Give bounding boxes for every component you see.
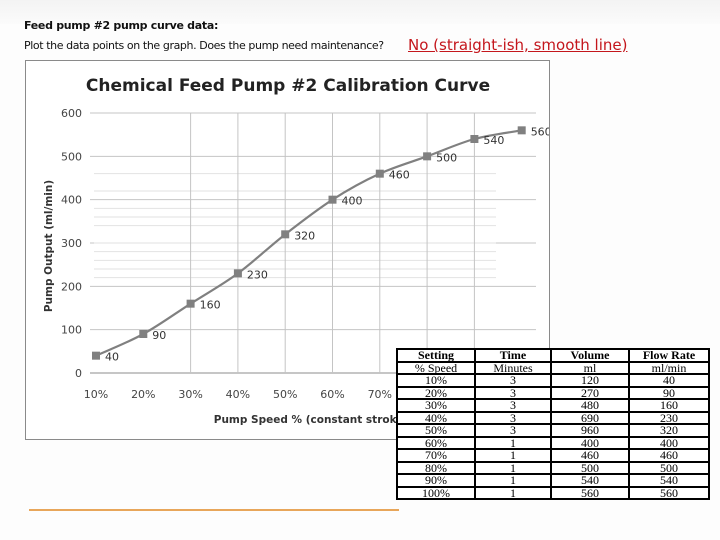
data-point-marker: [92, 351, 100, 360]
header-flow-rate: Flow Rate: [628, 348, 710, 363]
data-point-marker: [139, 330, 148, 338]
cell-flow-rate: 160: [628, 398, 710, 413]
cell-flow-rate: 40: [628, 373, 710, 388]
pump-data-table: Setting Time Volume Flow Rate % Speed Mi…: [396, 348, 710, 500]
cell-time: 1: [474, 485, 552, 500]
y-tick-label: 600: [61, 107, 82, 120]
y-axis-label: Pump Output (ml/min): [43, 180, 55, 312]
data-label: 90: [152, 329, 166, 342]
cell-flow-rate: 320: [628, 423, 710, 438]
x-tick-label: 40%: [226, 388, 250, 401]
section-heading: Feed pump #2 pump curve data:: [24, 19, 219, 32]
data-label: 540: [483, 134, 504, 147]
table-row: 90% 1 540 540: [396, 473, 710, 488]
answer-text: No (straight-ish, smooth line): [408, 36, 628, 54]
data-point-marker: [375, 169, 384, 178]
data-point-marker: [186, 299, 195, 308]
cell-flow-rate: 460: [628, 448, 710, 463]
data-point-marker: [423, 152, 432, 161]
data-label: 320: [294, 229, 315, 242]
y-axis-ticks: 0 100 200 300 400 500 600: [61, 107, 82, 380]
data-label: 460: [389, 169, 410, 182]
x-tick-label: 30%: [178, 388, 202, 401]
data-point-marker: [470, 135, 479, 143]
cell-flow-rate: 540: [628, 473, 710, 488]
x-tick-label: 10%: [84, 388, 108, 401]
chart-title: Chemical Feed Pump #2 Calibration Curve: [86, 76, 490, 96]
cell-setting: 30%: [396, 398, 476, 413]
cell-time: 1: [474, 473, 552, 488]
x-tick-label: 50%: [273, 388, 297, 401]
x-axis-label: Pump Speed % (constant stroke): [214, 414, 408, 426]
data-point-marker: [233, 269, 242, 278]
header-volume: Volume: [550, 348, 630, 363]
cell-volume: 540: [550, 473, 630, 488]
table-header-row: Setting Time Volume Flow Rate: [396, 348, 710, 363]
data-label: 400: [342, 195, 363, 208]
table-row: 50% 3 960 320: [396, 423, 710, 438]
cell-volume: 120: [550, 373, 630, 388]
header-time: Time: [474, 348, 552, 363]
cell-time: 1: [474, 448, 552, 463]
y-tick-label: 100: [61, 324, 82, 337]
cell-setting: 100%: [396, 485, 476, 500]
y-tick-label: 500: [61, 150, 82, 163]
x-tick-label: 70%: [368, 388, 392, 401]
y-tick-label: 400: [61, 194, 82, 207]
cell-volume: 480: [550, 398, 630, 413]
cell-volume: 960: [550, 423, 630, 438]
x-tick-label: 60%: [320, 388, 344, 401]
cell-time: 3: [474, 398, 552, 413]
table-row: 100% 1 560 560: [396, 485, 710, 500]
cell-setting: 90%: [396, 473, 476, 488]
y-tick-label: 0: [75, 367, 82, 380]
data-label: 40: [105, 351, 119, 364]
x-axis-ticks: 10% 20% 30% 40% 50% 60% 70%: [84, 388, 392, 401]
cell-setting: 10%: [396, 373, 476, 388]
data-label: 500: [436, 151, 457, 164]
cell-time: 3: [474, 373, 552, 388]
data-label: 560: [531, 125, 549, 138]
x-tick-label: 20%: [131, 388, 155, 401]
cell-setting: 70%: [396, 448, 476, 463]
table-row: 70% 1 460 460: [396, 448, 710, 463]
decorative-rule: [29, 509, 399, 511]
data-point-marker: [328, 195, 337, 204]
data-point-marker: [517, 126, 526, 135]
data-labels: 40 90 160 230 320 400 460 500 540 560: [105, 125, 549, 363]
cell-flow-rate: 560: [628, 485, 710, 500]
cell-time: 3: [474, 423, 552, 438]
header-setting: Setting: [396, 348, 476, 363]
table-row: 10% 3 120 40: [396, 373, 710, 388]
table-row: 30% 3 480 160: [396, 398, 710, 413]
cell-volume: 460: [550, 448, 630, 463]
data-point-marker: [281, 230, 290, 239]
data-label: 230: [247, 268, 268, 281]
data-label: 160: [200, 299, 221, 312]
cell-setting: 50%: [396, 423, 476, 438]
question-text: Plot the data points on the graph. Does …: [24, 39, 384, 52]
y-tick-label: 300: [61, 237, 82, 250]
cell-volume: 560: [550, 485, 630, 500]
y-tick-label: 200: [61, 280, 82, 293]
